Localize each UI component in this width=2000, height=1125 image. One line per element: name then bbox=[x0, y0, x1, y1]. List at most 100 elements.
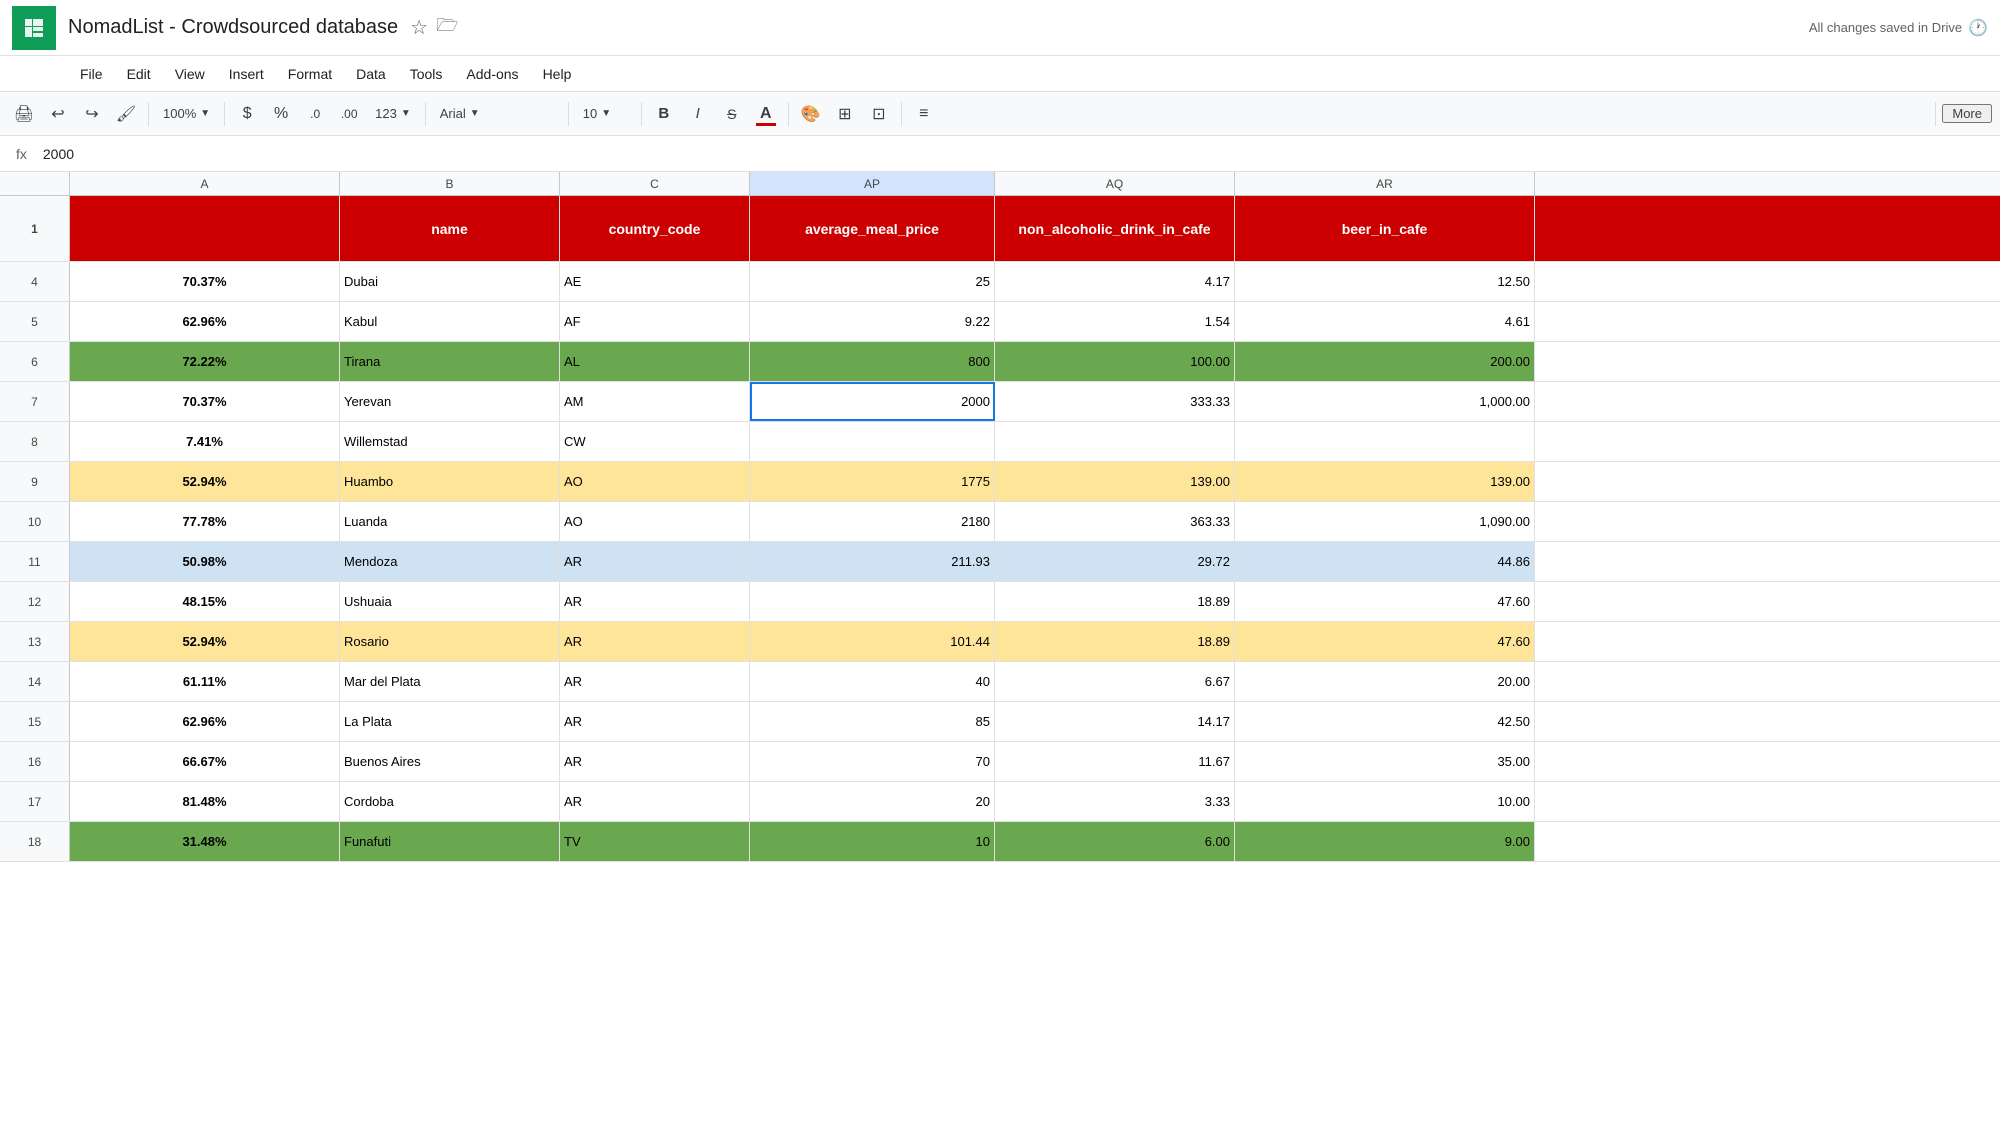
cell-11-col_a[interactable]: 50.98% bbox=[70, 542, 340, 581]
cell-15-col_aq[interactable]: 14.17 bbox=[995, 702, 1235, 741]
cell-11-col_aq[interactable]: 29.72 bbox=[995, 542, 1235, 581]
redo-button[interactable]: ↪ bbox=[76, 98, 108, 130]
cell-6-col_a[interactable]: 72.22% bbox=[70, 342, 340, 381]
cell-10-col_ap[interactable]: 2180 bbox=[750, 502, 995, 541]
undo-button[interactable]: ↩ bbox=[42, 98, 74, 130]
cell-1b[interactable]: name bbox=[340, 196, 560, 261]
menu-addons[interactable]: Add-ons bbox=[456, 62, 528, 86]
cell-12-col_aq[interactable]: 18.89 bbox=[995, 582, 1235, 621]
cell-13-col_ap[interactable]: 101.44 bbox=[750, 622, 995, 661]
cell-14-col_ap[interactable]: 40 bbox=[750, 662, 995, 701]
cell-15-col_b[interactable]: La Plata bbox=[340, 702, 560, 741]
cell-11-col_c[interactable]: AR bbox=[560, 542, 750, 581]
cell-11-col_ar[interactable]: 44.86 bbox=[1235, 542, 1535, 581]
cell-7-col_ar[interactable]: 1,000.00 bbox=[1235, 382, 1535, 421]
cell-8-col_b[interactable]: Willemstad bbox=[340, 422, 560, 461]
decimal-more-button[interactable]: .00 bbox=[333, 98, 365, 130]
cell-14-col_ar[interactable]: 20.00 bbox=[1235, 662, 1535, 701]
menu-format[interactable]: Format bbox=[278, 62, 342, 86]
cell-9-col_c[interactable]: AO bbox=[560, 462, 750, 501]
cell-12-col_ap[interactable] bbox=[750, 582, 995, 621]
cell-10-col_aq[interactable]: 363.33 bbox=[995, 502, 1235, 541]
cell-18-col_ap[interactable]: 10 bbox=[750, 822, 995, 861]
cell-9-col_ap[interactable]: 1775 bbox=[750, 462, 995, 501]
cell-8-col_a[interactable]: 7.41% bbox=[70, 422, 340, 461]
percent-button[interactable]: % bbox=[265, 98, 297, 130]
cell-8-col_ap[interactable] bbox=[750, 422, 995, 461]
menu-file[interactable]: File bbox=[70, 62, 113, 86]
star-icon[interactable]: ☆ bbox=[410, 15, 428, 40]
cell-1ar[interactable]: beer_in_cafe bbox=[1235, 196, 1535, 261]
font-dropdown[interactable]: Arial ▼ bbox=[432, 98, 562, 130]
cell-10-col_b[interactable]: Luanda bbox=[340, 502, 560, 541]
cell-17-col_aq[interactable]: 3.33 bbox=[995, 782, 1235, 821]
cell-7-col_a[interactable]: 70.37% bbox=[70, 382, 340, 421]
cell-15-col_c[interactable]: AR bbox=[560, 702, 750, 741]
cell-13-col_ar[interactable]: 47.60 bbox=[1235, 622, 1535, 661]
menu-edit[interactable]: Edit bbox=[117, 62, 161, 86]
col-header-c[interactable]: C bbox=[560, 172, 750, 195]
print-button[interactable]: 🖨 bbox=[8, 98, 40, 130]
merge-cells-button[interactable]: ⊡ bbox=[863, 98, 895, 130]
col-header-ap[interactable]: AP bbox=[750, 172, 995, 195]
number-format-dropdown[interactable]: 123 ▼ bbox=[367, 98, 419, 130]
cell-10-col_c[interactable]: AO bbox=[560, 502, 750, 541]
cell-1c[interactable]: country_code bbox=[560, 196, 750, 261]
cell-9-col_aq[interactable]: 139.00 bbox=[995, 462, 1235, 501]
cell-12-col_b[interactable]: Ushuaia bbox=[340, 582, 560, 621]
cell-4-col_a[interactable]: 70.37% bbox=[70, 262, 340, 301]
cell-15-col_ar[interactable]: 42.50 bbox=[1235, 702, 1535, 741]
cell-18-col_b[interactable]: Funafuti bbox=[340, 822, 560, 861]
cell-16-col_c[interactable]: AR bbox=[560, 742, 750, 781]
decimal-less-button[interactable]: .0 bbox=[299, 98, 331, 130]
cell-9-col_a[interactable]: 52.94% bbox=[70, 462, 340, 501]
align-button[interactable]: ≡ bbox=[908, 98, 940, 130]
cell-18-col_ar[interactable]: 9.00 bbox=[1235, 822, 1535, 861]
cell-4-col_c[interactable]: AE bbox=[560, 262, 750, 301]
cell-7-col_c[interactable]: AM bbox=[560, 382, 750, 421]
cell-16-col_aq[interactable]: 11.67 bbox=[995, 742, 1235, 781]
cell-16-col_ap[interactable]: 70 bbox=[750, 742, 995, 781]
cell-12-col_c[interactable]: AR bbox=[560, 582, 750, 621]
cell-14-col_b[interactable]: Mar del Plata bbox=[340, 662, 560, 701]
cell-13-col_c[interactable]: AR bbox=[560, 622, 750, 661]
cell-1ap[interactable]: average_meal_price bbox=[750, 196, 995, 261]
menu-data[interactable]: Data bbox=[346, 62, 396, 86]
cell-17-col_a[interactable]: 81.48% bbox=[70, 782, 340, 821]
formula-input[interactable] bbox=[43, 146, 1992, 162]
borders-button[interactable]: ⊞ bbox=[829, 98, 861, 130]
paint-format-button[interactable]: 🖌 bbox=[110, 98, 142, 130]
cell-9-col_b[interactable]: Huambo bbox=[340, 462, 560, 501]
cell-4-col_b[interactable]: Dubai bbox=[340, 262, 560, 301]
cell-14-col_aq[interactable]: 6.67 bbox=[995, 662, 1235, 701]
cell-6-col_c[interactable]: AL bbox=[560, 342, 750, 381]
cell-15-col_a[interactable]: 62.96% bbox=[70, 702, 340, 741]
menu-help[interactable]: Help bbox=[533, 62, 582, 86]
cell-7-col_ap[interactable]: 2000 bbox=[750, 382, 995, 421]
more-button[interactable]: More bbox=[1942, 104, 1992, 123]
cell-8-col_aq[interactable] bbox=[995, 422, 1235, 461]
cell-15-col_ap[interactable]: 85 bbox=[750, 702, 995, 741]
cell-17-col_ar[interactable]: 10.00 bbox=[1235, 782, 1535, 821]
cell-7-col_aq[interactable]: 333.33 bbox=[995, 382, 1235, 421]
cell-12-col_ar[interactable]: 47.60 bbox=[1235, 582, 1535, 621]
cell-4-col_ar[interactable]: 12.50 bbox=[1235, 262, 1535, 301]
cell-17-col_ap[interactable]: 20 bbox=[750, 782, 995, 821]
cell-18-col_c[interactable]: TV bbox=[560, 822, 750, 861]
cell-1aq[interactable]: non_alcoholic_drink_in_cafe bbox=[995, 196, 1235, 261]
cell-5-col_ap[interactable]: 9.22 bbox=[750, 302, 995, 341]
cell-6-col_ar[interactable]: 200.00 bbox=[1235, 342, 1535, 381]
menu-tools[interactable]: Tools bbox=[400, 62, 453, 86]
zoom-dropdown[interactable]: 100% ▼ bbox=[155, 98, 218, 130]
cell-8-col_c[interactable]: CW bbox=[560, 422, 750, 461]
cell-17-col_b[interactable]: Cordoba bbox=[340, 782, 560, 821]
cell-13-col_a[interactable]: 52.94% bbox=[70, 622, 340, 661]
col-header-a[interactable]: A bbox=[70, 172, 340, 195]
cell-18-col_aq[interactable]: 6.00 bbox=[995, 822, 1235, 861]
cell-18-col_a[interactable]: 31.48% bbox=[70, 822, 340, 861]
cell-11-col_ap[interactable]: 211.93 bbox=[750, 542, 995, 581]
bold-button[interactable]: B bbox=[648, 98, 680, 130]
cell-4-col_aq[interactable]: 4.17 bbox=[995, 262, 1235, 301]
col-header-aq[interactable]: AQ bbox=[995, 172, 1235, 195]
cell-13-col_b[interactable]: Rosario bbox=[340, 622, 560, 661]
